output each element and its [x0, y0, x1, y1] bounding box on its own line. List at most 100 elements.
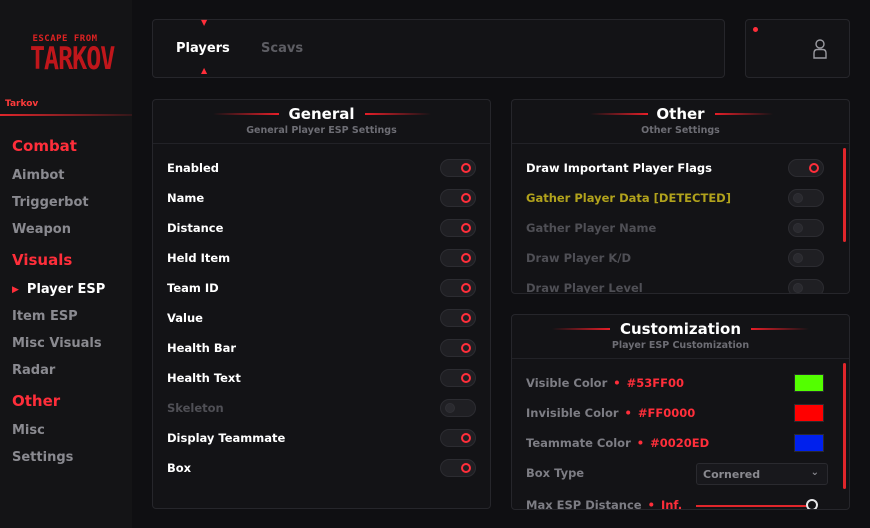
toggle-display-teammate[interactable] [440, 429, 476, 447]
bullet: • [624, 406, 632, 420]
toggle-knob [793, 253, 803, 263]
max-distance-slider-track[interactable] [696, 505, 812, 507]
other-title: Other [656, 105, 705, 123]
invisible-color-hex: #FF0000 [637, 406, 696, 420]
user-box[interactable] [745, 19, 850, 78]
active-arrow-icon: ▶ [12, 285, 19, 295]
teammate-color-row: Teammate Color • #0020ED [526, 436, 709, 450]
other-subtitle: Other Settings [641, 125, 720, 136]
customization-scrollbar[interactable] [843, 363, 846, 489]
general-row-label: Held Item [167, 251, 231, 265]
other-row-label: Gather Player Name [526, 221, 657, 235]
toggle-gather-data[interactable] [788, 189, 824, 207]
other-scrollbar[interactable] [843, 148, 846, 242]
general-row-label: Skeleton [167, 401, 224, 415]
toggle-distance[interactable] [440, 219, 476, 237]
nav-item-item-esp[interactable]: Item ESP [12, 309, 78, 324]
toggle-knob [793, 283, 803, 293]
teammate-color-hex: #0020ED [650, 436, 710, 450]
other-row-label: Gather Player Data [DETECTED] [526, 191, 731, 205]
other-row-label: Draw Player Level [526, 281, 643, 294]
teammate-color-swatch[interactable] [794, 434, 824, 452]
toggle-enabled[interactable] [440, 159, 476, 177]
toggle-gather-name[interactable] [788, 219, 824, 237]
toggle-knob [461, 163, 471, 173]
toggle-health-bar[interactable] [440, 339, 476, 357]
nav-item-aimbot[interactable]: Aimbot [12, 168, 65, 183]
sidebar: ESCAPE FROM TARKOV Tarkov Combat Aimbot … [0, 0, 132, 528]
customization-subtitle: Player ESP Customization [611, 340, 750, 351]
toggle-held-item[interactable] [440, 249, 476, 267]
app-logo: ESCAPE FROM TARKOV [30, 30, 115, 82]
toggle-knob [461, 283, 471, 293]
bullet: • [647, 498, 655, 510]
general-row-label: Enabled [167, 161, 220, 175]
toggle-name[interactable] [440, 189, 476, 207]
max-distance-slider-knob[interactable] [806, 499, 818, 509]
invisible-color-row: Invisible Color • #FF0000 [526, 406, 695, 420]
status-dot [753, 27, 758, 32]
tab-indicator-top-icon: ▼ [201, 18, 208, 27]
nav-item-misc-visuals[interactable]: Misc Visuals [12, 336, 102, 351]
visible-color-label: Visible Color [526, 376, 608, 390]
brand-divider [0, 114, 132, 116]
nav-item-player-esp[interactable]: ▶ Player ESP [12, 282, 105, 297]
toggle-health-text[interactable] [440, 369, 476, 387]
nav-item-weapon[interactable]: Weapon [12, 222, 71, 237]
box-type-value: Cornered [703, 468, 761, 481]
toggle-knob [809, 163, 819, 173]
toggle-knob [793, 223, 803, 233]
max-distance-row: Max ESP Distance • Inf. [526, 498, 682, 510]
general-subtitle: General Player ESP Settings [246, 125, 397, 136]
nav-item-player-esp-label: Player ESP [26, 282, 106, 297]
customization-panel: Customization Player ESP Customization V… [511, 314, 850, 510]
customization-panel-header: Customization Player ESP Customization [512, 315, 849, 359]
toggle-knob [793, 193, 803, 203]
toggle-knob [445, 403, 455, 413]
toggle-knob [461, 343, 471, 353]
nav-item-radar[interactable]: Radar [12, 363, 55, 378]
toggle-knob [461, 463, 471, 473]
other-panel-header: Other Other Settings [512, 100, 849, 144]
nav-section-visuals[interactable]: Visuals [12, 251, 72, 269]
toggle-team-id[interactable] [440, 279, 476, 297]
general-panel: General General Player ESP Settings Enab… [152, 99, 491, 509]
logo-line2: TARKOV [30, 40, 115, 77]
box-type-select[interactable]: Cornered ⌄ [696, 463, 828, 485]
general-row-label: Box [167, 461, 192, 475]
bullet: • [636, 436, 645, 450]
toggle-draw-level[interactable] [788, 279, 824, 293]
other-row-label: Draw Important Player Flags [526, 161, 712, 175]
visible-color-hex: #53FF00 [626, 376, 684, 390]
box-type-label: Box Type [526, 466, 585, 480]
toggle-knob [461, 253, 471, 263]
toggle-skeleton[interactable] [440, 399, 476, 417]
general-row-label: Distance [167, 221, 224, 235]
nav-item-misc[interactable]: Misc [12, 423, 45, 438]
toggle-draw-flags[interactable] [788, 159, 824, 177]
general-row-label: Value [167, 311, 203, 325]
visible-color-row: Visible Color • #53FF00 [526, 376, 684, 390]
chevron-down-icon: ⌄ [810, 467, 819, 478]
general-row-label: Display Teammate [167, 431, 286, 445]
nav-section-other[interactable]: Other [12, 392, 60, 410]
teammate-color-label: Teammate Color [526, 436, 631, 450]
invisible-color-label: Invisible Color [526, 406, 619, 420]
nav-item-settings[interactable]: Settings [12, 450, 73, 465]
toggle-value[interactable] [440, 309, 476, 327]
tab-players[interactable]: Players [176, 41, 230, 56]
user-icon[interactable] [812, 38, 828, 60]
other-row-label: Draw Player K/D [526, 251, 632, 265]
general-row-label: Team ID [167, 281, 219, 295]
general-panel-header: General General Player ESP Settings [153, 100, 490, 144]
other-panel: Other Other Settings Draw Important Play… [511, 99, 850, 294]
tab-scavs[interactable]: Scavs [261, 41, 303, 56]
toggle-draw-kd[interactable] [788, 249, 824, 267]
nav-item-triggerbot[interactable]: Triggerbot [12, 195, 89, 210]
title-line-right [751, 328, 809, 330]
invisible-color-swatch[interactable] [794, 404, 824, 422]
visible-color-swatch[interactable] [794, 374, 824, 392]
toggle-box[interactable] [440, 459, 476, 477]
tab-indicator-bottom-icon: ▲ [201, 66, 208, 75]
nav-section-combat[interactable]: Combat [12, 137, 77, 155]
